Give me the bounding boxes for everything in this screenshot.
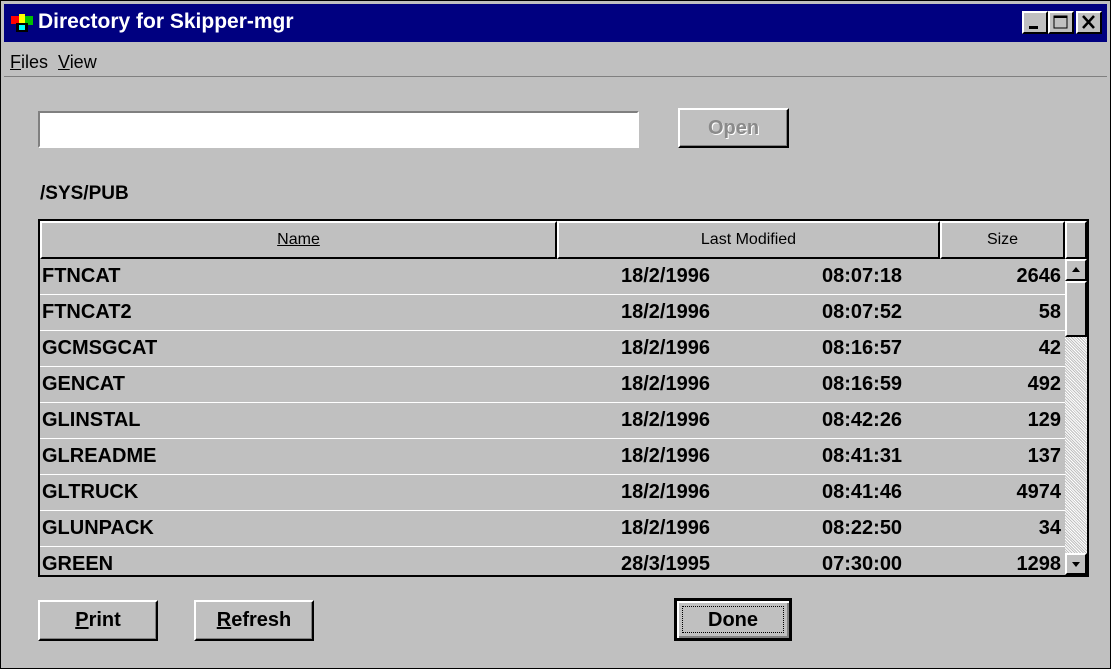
close-button[interactable] xyxy=(1076,11,1102,34)
path-input[interactable] xyxy=(38,111,639,148)
menu-view-accel: V xyxy=(58,52,70,72)
column-header-name[interactable]: Name xyxy=(40,221,557,259)
size-cell: 492 xyxy=(1027,373,1061,395)
file-name-cell: GLREADME xyxy=(42,445,157,467)
arrow-down-icon xyxy=(1072,562,1080,567)
time-cell: 08:42:26 xyxy=(822,409,903,431)
file-name-cell: FTNCAT2 xyxy=(42,301,132,323)
table-row[interactable]: GENCAT 18/2/1996 08:16:59 492 xyxy=(40,367,1065,403)
date-cell: 28/3/1995 xyxy=(621,553,710,575)
column-header-size[interactable]: Size xyxy=(940,221,1065,259)
size-cell: 2646 xyxy=(1016,265,1062,287)
current-directory-label: /SYS/PUB xyxy=(40,183,129,204)
size-cell: 137 xyxy=(1027,445,1061,467)
date-cell: 18/2/1996 xyxy=(621,481,710,503)
date-cell: 18/2/1996 xyxy=(621,445,710,467)
scroll-up-button[interactable] xyxy=(1065,259,1087,281)
time-cell: 08:41:46 xyxy=(822,481,903,503)
file-name-cell: GCMSGCAT xyxy=(42,337,158,359)
refresh-button-label: efresh xyxy=(231,609,292,631)
size-cell: 1298 xyxy=(1016,553,1062,575)
directory-window: Directory for Skipper-mgr Files View Ope… xyxy=(0,0,1111,669)
column-header-last-modified[interactable]: Last Modified xyxy=(557,221,940,259)
size-cell: 42 xyxy=(1038,337,1061,359)
time-cell: 08:16:59 xyxy=(822,373,903,395)
refresh-button-accel: R xyxy=(216,609,232,631)
menu-bar: Files View xyxy=(4,46,1107,77)
file-name-cell: GENCAT xyxy=(42,373,125,395)
file-list[interactable]: Name Last Modified Size FTNCAT 18/2/1996 0… xyxy=(38,219,1089,577)
time-cell: 08:07:52 xyxy=(822,301,903,323)
window-title: Directory for Skipper-mgr xyxy=(38,10,294,33)
table-row[interactable]: GLINSTAL 18/2/1996 08:42:26 129 xyxy=(40,403,1065,439)
table-row[interactable]: FTNCAT 18/2/1996 08:07:18 2646 xyxy=(40,259,1065,295)
table-row[interactable]: GLREADME 18/2/1996 08:41:31 137 xyxy=(40,439,1065,475)
table-row[interactable]: GLTRUCK 18/2/1996 08:41:46 4974 xyxy=(40,475,1065,511)
date-cell: 18/2/1996 xyxy=(621,265,710,287)
print-button-label: rint xyxy=(88,609,121,631)
table-row[interactable]: GCMSGCAT 18/2/1996 08:16:57 42 xyxy=(40,331,1065,367)
focus-indicator xyxy=(682,606,784,633)
menu-view[interactable]: View xyxy=(58,52,97,73)
minimize-icon xyxy=(1029,26,1038,29)
print-button-accel: P xyxy=(75,609,89,631)
header-corner xyxy=(1065,221,1087,259)
scroll-thumb[interactable] xyxy=(1065,281,1087,337)
time-cell: 08:07:18 xyxy=(822,265,903,287)
done-button[interactable]: Done xyxy=(674,598,792,641)
minimize-button[interactable] xyxy=(1022,11,1048,34)
file-name-cell: GLTRUCK xyxy=(42,481,139,503)
file-name-cell: GLUNPACK xyxy=(42,517,154,539)
time-cell: 08:41:31 xyxy=(822,445,903,467)
time-cell: 08:22:50 xyxy=(822,517,903,539)
date-cell: 18/2/1996 xyxy=(621,373,710,395)
date-cell: 18/2/1996 xyxy=(621,517,710,539)
close-icon xyxy=(1082,15,1095,29)
menu-view-label: iew xyxy=(69,52,97,72)
file-name-cell: GLINSTAL xyxy=(42,409,141,431)
date-cell: 18/2/1996 xyxy=(621,301,710,323)
arrow-up-icon xyxy=(1072,267,1080,272)
table-row[interactable]: GLUNPACK 18/2/1996 08:22:50 34 xyxy=(40,511,1065,547)
size-cell: 129 xyxy=(1027,409,1061,431)
size-cell: 4974 xyxy=(1016,481,1062,503)
vertical-scrollbar[interactable] xyxy=(1065,259,1087,575)
title-bar[interactable]: Directory for Skipper-mgr xyxy=(4,4,1107,42)
file-name-cell: FTNCAT xyxy=(42,265,121,287)
open-button[interactable]: Open xyxy=(678,108,789,148)
scroll-down-button[interactable] xyxy=(1065,553,1087,575)
table-row[interactable]: FTNCAT2 18/2/1996 08:07:52 58 xyxy=(40,295,1065,331)
maximize-button[interactable] xyxy=(1048,11,1074,34)
size-cell: 34 xyxy=(1038,517,1061,539)
menu-files[interactable]: Files xyxy=(10,52,48,73)
maximize-icon xyxy=(1053,15,1068,29)
print-button[interactable]: Print xyxy=(38,600,158,641)
date-cell: 18/2/1996 xyxy=(621,337,710,359)
time-cell: 08:16:57 xyxy=(822,337,903,359)
refresh-button[interactable]: Refresh xyxy=(194,600,314,641)
column-header-name-label: Name xyxy=(277,231,320,248)
menu-files-accel: F xyxy=(10,52,21,72)
menu-files-label: iles xyxy=(21,52,49,72)
time-cell: 07:30:00 xyxy=(822,553,903,575)
app-icon xyxy=(11,14,33,32)
file-name-cell: GREEN xyxy=(42,553,114,575)
table-row[interactable]: GREEN 28/3/1995 07:30:00 1298 xyxy=(40,547,1065,575)
size-cell: 58 xyxy=(1038,301,1061,323)
date-cell: 18/2/1996 xyxy=(621,409,710,431)
